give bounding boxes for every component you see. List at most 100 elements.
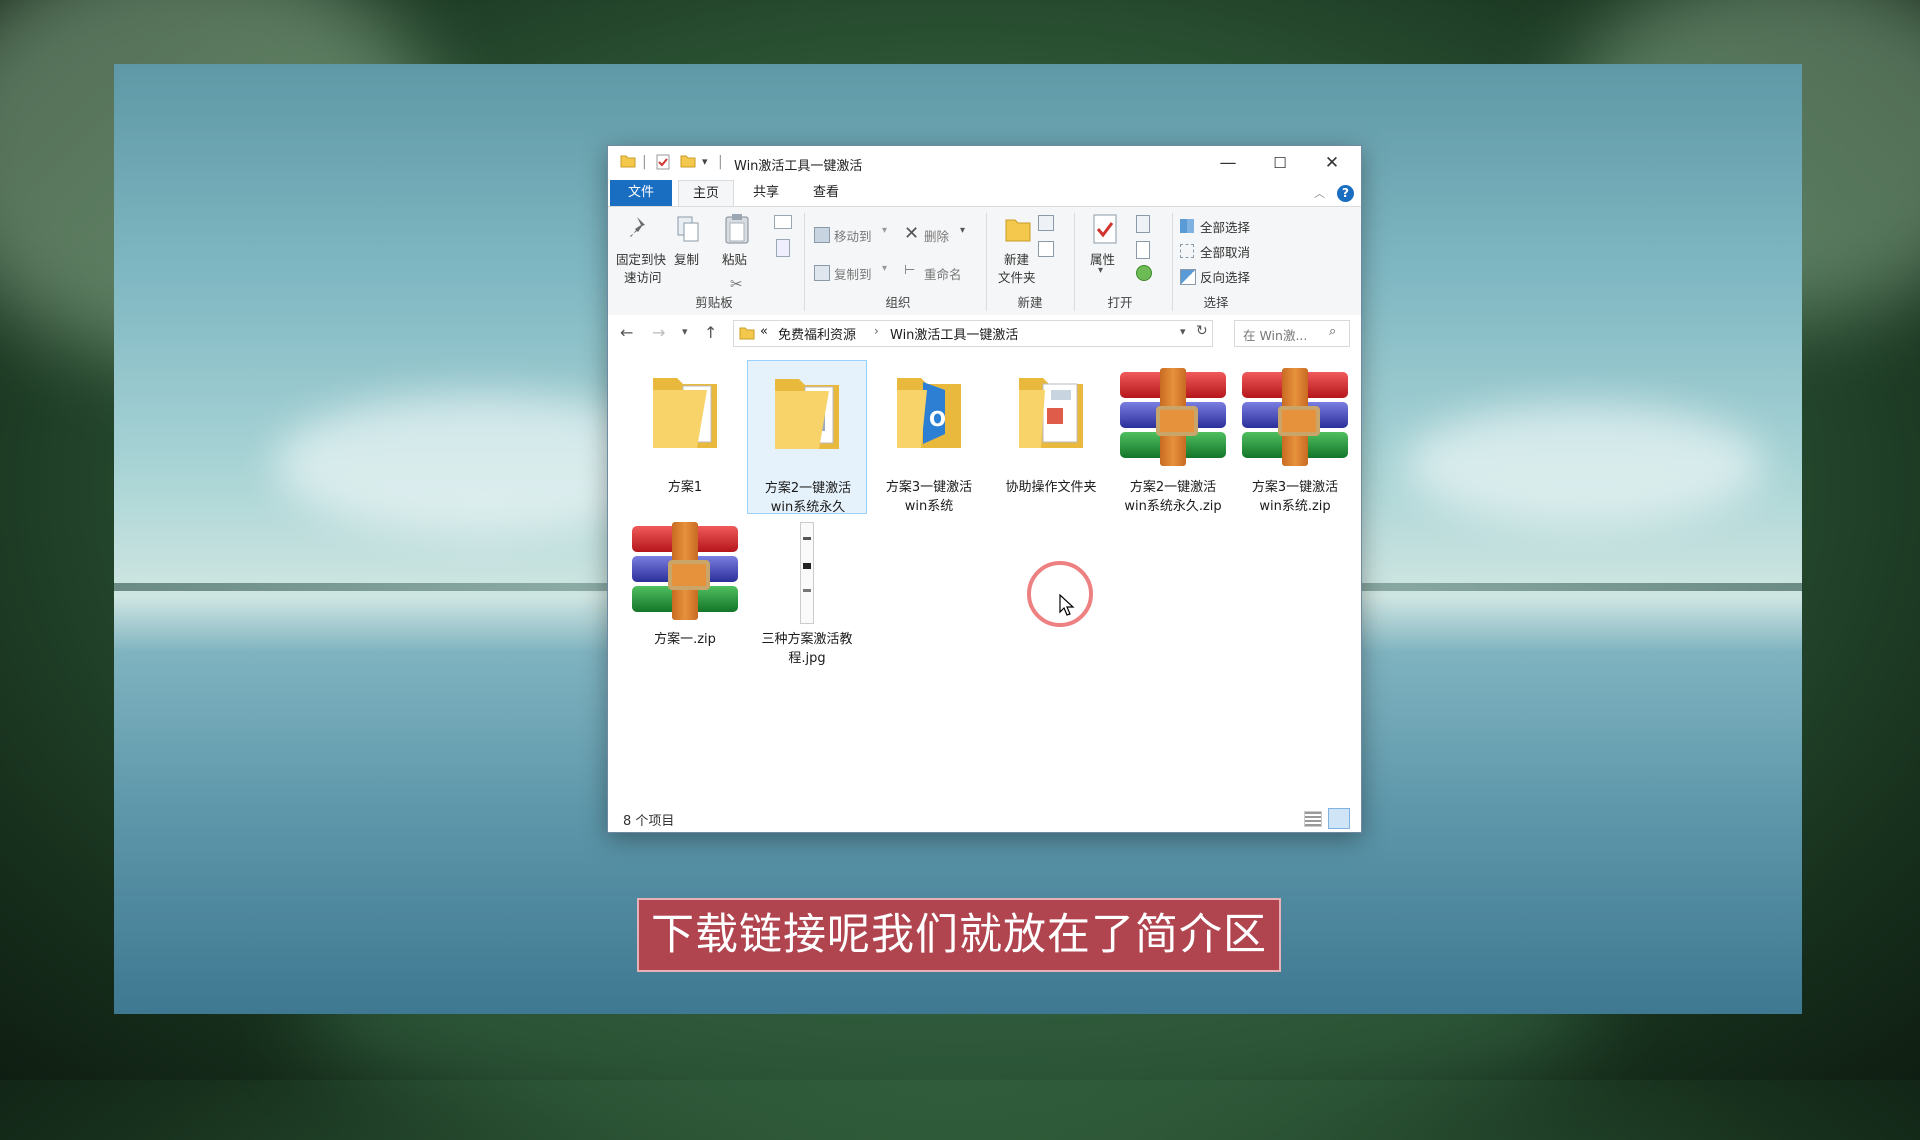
- pin-icon: [630, 217, 645, 237]
- copy-path-icon[interactable]: [774, 215, 792, 229]
- minimize-button[interactable]: —: [1203, 146, 1253, 180]
- select-all-button[interactable]: 全部选择: [1180, 217, 1270, 237]
- search-icon: ⌕: [1329, 324, 1337, 339]
- cut-icon[interactable]: ✂: [730, 275, 743, 293]
- properties-button[interactable]: 属性 ▾: [1084, 211, 1124, 291]
- file-name: 协助操作文件夹: [1005, 480, 1097, 495]
- folder-icon: [775, 379, 839, 449]
- file-item-folder[interactable]: 协助操作文件夹: [991, 364, 1111, 514]
- copy-to-icon: [814, 265, 830, 281]
- winrar-archive-icon: [1242, 368, 1348, 466]
- invert-selection-label: 反向选择: [1200, 270, 1251, 285]
- ribbon-separator: [986, 213, 987, 311]
- delete-label: 删除: [924, 229, 950, 244]
- up-arrow-icon[interactable]: ↑: [704, 323, 717, 342]
- file-item-zip[interactable]: 方案3一键激活 win系统.zip: [1235, 364, 1355, 514]
- ribbon-tabs: 文件 主页 共享 查看 ︿ ?: [608, 180, 1361, 206]
- invert-selection-button[interactable]: 反向选择: [1180, 267, 1270, 287]
- pin-quick-access-button[interactable]: 固定到快 速访问: [612, 211, 668, 291]
- new-folder-label-line1: 新建: [1004, 252, 1030, 267]
- chevron-down-icon: ▾: [1098, 265, 1104, 276]
- file-item-folder[interactable]: 方案1: [625, 364, 745, 514]
- ribbon-separator: [804, 213, 805, 311]
- separator: |: [718, 154, 723, 170]
- details-view-icon[interactable]: [1304, 811, 1322, 827]
- close-button[interactable]: ✕: [1307, 146, 1357, 180]
- select-none-icon: [1180, 244, 1194, 258]
- copy-to-button[interactable]: 复制到 ▾: [814, 263, 894, 285]
- select-all-label: 全部选择: [1200, 220, 1251, 235]
- separator: |: [642, 154, 647, 170]
- tab-file[interactable]: 文件: [610, 180, 672, 206]
- new-folder-quick-icon[interactable]: [680, 154, 696, 172]
- rename-button[interactable]: ⊢ 重命名: [904, 263, 976, 285]
- new-item-icon[interactable]: [1038, 215, 1054, 231]
- select-none-button[interactable]: 全部取消: [1180, 242, 1270, 262]
- new-group-label: 新建: [1017, 295, 1043, 310]
- breadcrumb-item[interactable]: 免费福利资源: [778, 324, 856, 343]
- svg-text:O: O: [929, 407, 946, 431]
- forward-arrow-icon[interactable]: →: [652, 323, 665, 342]
- file-item-folder[interactable]: 方案2一键激活 win系统永久: [747, 360, 867, 515]
- new-folder-button[interactable]: 新建 文件夹: [994, 211, 1042, 291]
- cloud: [1404, 404, 1764, 524]
- mouse-pointer-icon: [1059, 594, 1075, 616]
- file-name: 方案2一键激活 win系统永久: [764, 481, 852, 515]
- move-to-label: 移动到: [834, 229, 872, 244]
- window-title: Win激活工具一键激活: [734, 159, 863, 174]
- copy-button[interactable]: 复制: [670, 211, 706, 291]
- file-explorer-window: | ▾ | Win激活工具一键激活 — ☐ ✕ 文件 主页 共享 查看 ︿ ? …: [607, 145, 1362, 833]
- folder-icon: [1019, 378, 1083, 448]
- tab-home[interactable]: 主页: [678, 180, 734, 206]
- select-group-label: 选择: [1203, 295, 1229, 310]
- maximize-button[interactable]: ☐: [1255, 146, 1305, 180]
- clipboard-group-label: 剪贴板: [695, 295, 733, 310]
- easy-access-icon[interactable]: [1038, 241, 1054, 257]
- address-dropdown-icon[interactable]: ▾: [1180, 325, 1186, 338]
- navigation-bar: ← → ▾ ↑ « 免费福利资源 › Win激活工具一键激活 ▾ ↻ 在 Win…: [608, 315, 1361, 351]
- folder-icon: O: [897, 378, 961, 448]
- paste-shortcut-icon[interactable]: [776, 239, 790, 257]
- file-name: 方案3一键激活 win系统: [885, 480, 973, 514]
- search-box[interactable]: 在 Win激... ⌕: [1234, 320, 1350, 347]
- back-arrow-icon[interactable]: ←: [620, 323, 633, 342]
- winrar-archive-icon: [1120, 368, 1226, 466]
- file-item-image[interactable]: 三种方案激活教 程.jpg: [747, 520, 867, 670]
- file-item-zip[interactable]: 方案一.zip: [625, 520, 745, 670]
- image-thumbnail-icon: [800, 522, 814, 624]
- video-subtitle: 下载链接呢我们就放在了简介区: [637, 898, 1281, 972]
- address-bar[interactable]: « 免费福利资源 › Win激活工具一键激活 ▾ ↻: [733, 320, 1213, 347]
- file-name: 方案2一键激活 win系统永久.zip: [1124, 480, 1222, 514]
- folder-icon: [653, 378, 717, 448]
- file-item-zip[interactable]: 方案2一键激活 win系统永久.zip: [1113, 364, 1233, 514]
- chevron-down-icon: ▾: [960, 225, 966, 236]
- folder-icon: [739, 327, 755, 340]
- tab-view[interactable]: 查看: [802, 180, 850, 206]
- edit-icon[interactable]: [1136, 241, 1150, 259]
- title-bar: | ▾ | Win激活工具一键激活 — ☐ ✕: [608, 146, 1361, 180]
- properties-quick-icon[interactable]: [656, 154, 670, 174]
- file-name: 方案3一键激活 win系统.zip: [1251, 480, 1339, 514]
- pin-label-line1: 固定到快: [616, 252, 667, 267]
- tab-share[interactable]: 共享: [742, 180, 790, 206]
- open-icon[interactable]: [1136, 215, 1150, 233]
- file-item-folder[interactable]: O 方案3一键激活 win系统: [869, 364, 989, 514]
- delete-button[interactable]: ✕ 删除 ▾: [904, 223, 974, 247]
- folder-icon: [620, 154, 636, 172]
- history-icon[interactable]: [1136, 265, 1152, 281]
- collapse-ribbon-icon[interactable]: ︿: [1314, 185, 1325, 201]
- breadcrumb-separator-icon: ›: [874, 324, 879, 338]
- delete-icon: ✕: [904, 223, 920, 244]
- breadcrumb-overflow[interactable]: «: [760, 324, 768, 339]
- search-input[interactable]: 在 Win激...: [1243, 325, 1307, 344]
- help-icon[interactable]: ?: [1337, 185, 1354, 202]
- customize-quick-access-icon[interactable]: ▾: [702, 155, 708, 168]
- large-icons-view-icon[interactable]: [1328, 808, 1350, 829]
- refresh-icon[interactable]: ↻: [1196, 323, 1208, 339]
- move-to-button[interactable]: 移动到 ▾: [814, 225, 894, 247]
- breadcrumb-item[interactable]: Win激活工具一键激活: [890, 324, 1018, 343]
- recent-locations-icon[interactable]: ▾: [682, 325, 688, 338]
- select-none-label: 全部取消: [1200, 245, 1251, 260]
- ribbon-home: 固定到快 速访问 复制 粘贴 ✂ 剪贴板 移动到 ▾ 复制到 ▾ ✕ 删除 ▾ …: [608, 206, 1361, 316]
- new-folder-label-line2: 文件夹: [998, 270, 1036, 285]
